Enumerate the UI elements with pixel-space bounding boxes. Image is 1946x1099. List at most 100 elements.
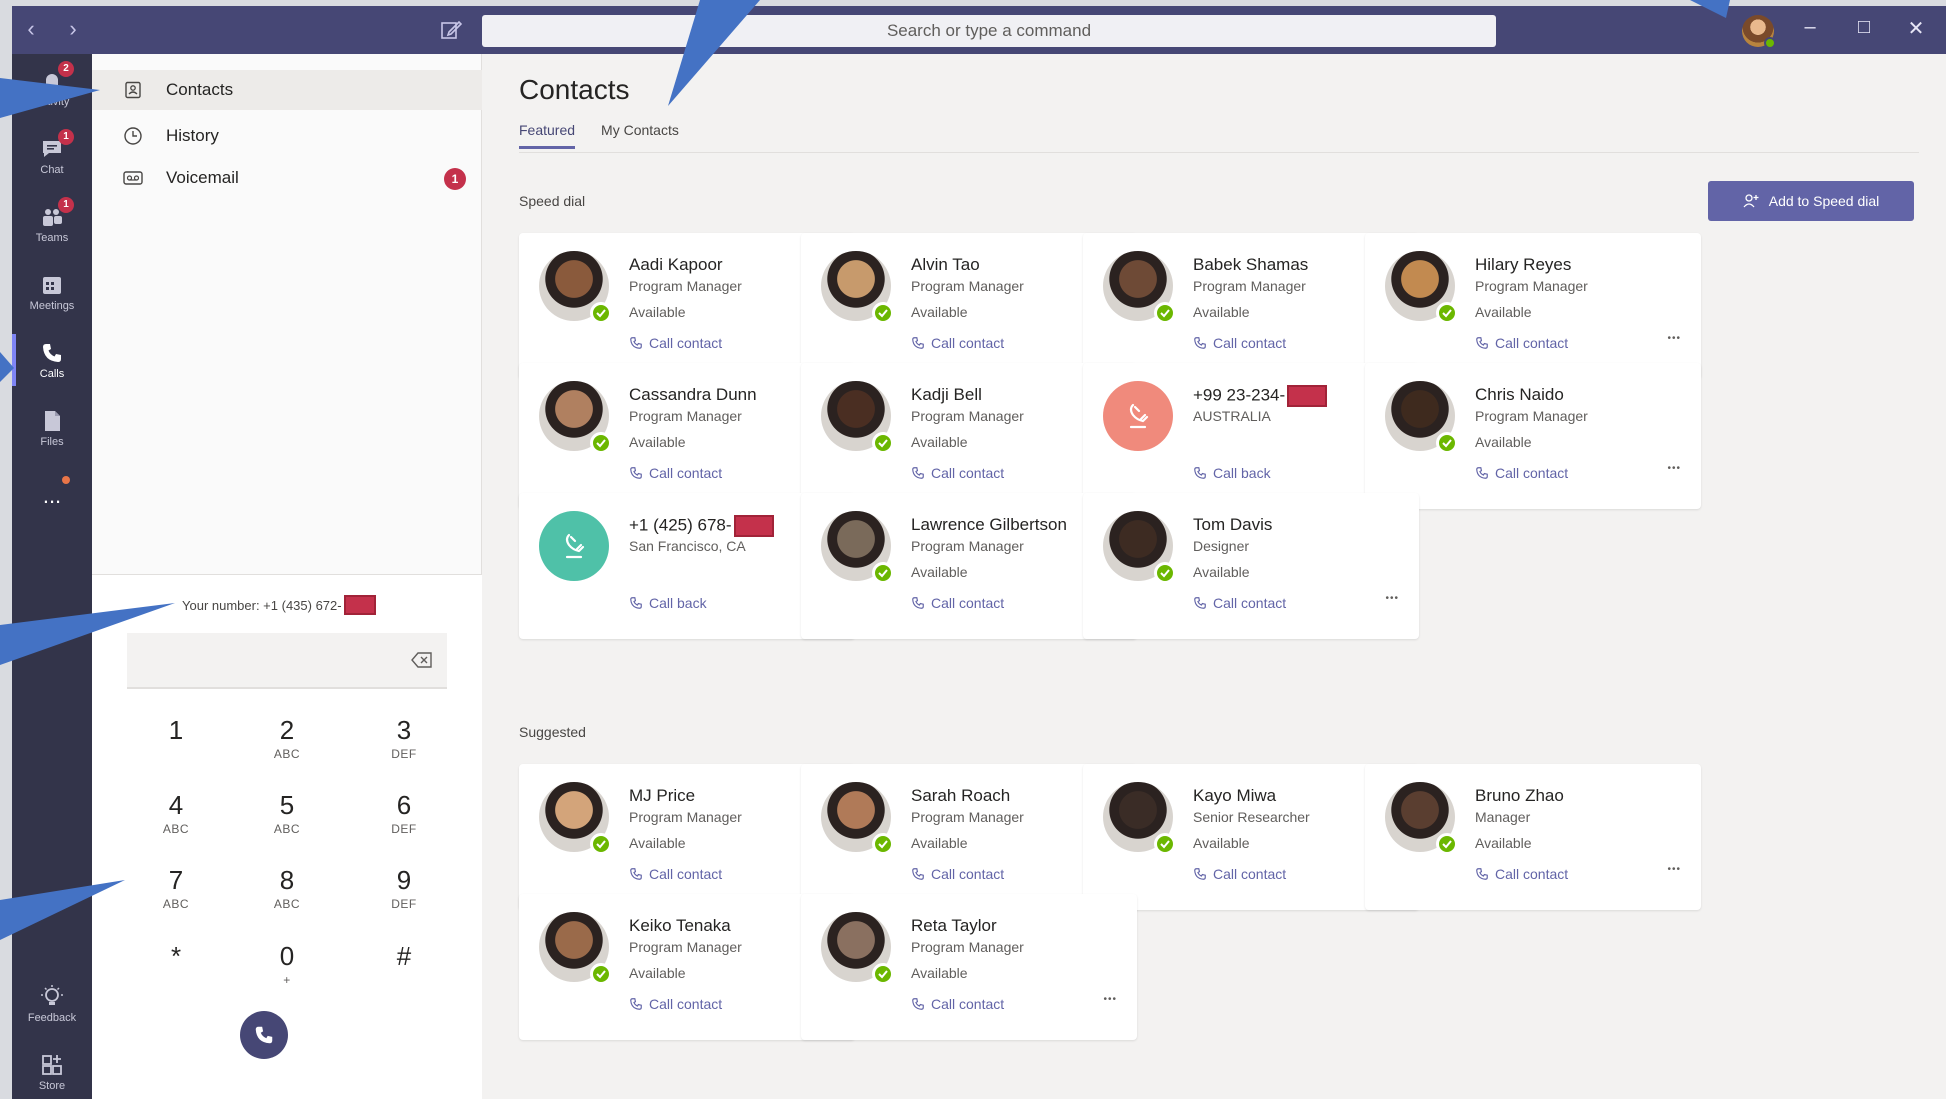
more-options-icon[interactable]: ••• bbox=[1667, 463, 1681, 474]
contact-role: Program Manager bbox=[911, 538, 1024, 554]
tab-featured[interactable]: Featured bbox=[519, 122, 576, 149]
call-contact-link[interactable]: Call contact bbox=[911, 595, 1004, 611]
call-contact-link[interactable]: Call contact bbox=[1193, 595, 1286, 611]
dial-key-9[interactable]: 9 DEF bbox=[364, 865, 444, 929]
more-options-icon[interactable]: ••• bbox=[1103, 994, 1117, 1005]
appbar-files[interactable]: Files bbox=[12, 396, 92, 460]
contact-name-text: +99 23-234- bbox=[1193, 385, 1286, 405]
contact-name: Keiko Tenaka bbox=[629, 916, 731, 936]
dial-key-2[interactable]: 2 ABC bbox=[247, 715, 327, 779]
dial-key-hash[interactable]: # bbox=[364, 941, 444, 1005]
minimize-icon[interactable]: – bbox=[1796, 16, 1824, 39]
dial-key-6[interactable]: 6 DEF bbox=[364, 790, 444, 854]
call-back-link[interactable]: Call back bbox=[629, 595, 707, 611]
call-contact-link[interactable]: Call contact bbox=[911, 996, 1004, 1012]
back-icon[interactable]: ‹ bbox=[22, 16, 40, 42]
call-contact-link[interactable]: Call contact bbox=[629, 335, 722, 351]
dial-key-0[interactable]: 0 + bbox=[247, 941, 327, 1005]
avatar bbox=[539, 381, 612, 454]
call-contact-link[interactable]: Call contact bbox=[1193, 335, 1286, 351]
contact-card[interactable]: Chris Naido Program Manager Available Call … bbox=[1365, 363, 1701, 509]
call-contact-link[interactable]: Call contact bbox=[629, 996, 722, 1012]
key-digit: 1 bbox=[168, 715, 184, 745]
contact-card[interactable]: Bruno Zhao Manager Available Call contact ••… bbox=[1365, 764, 1701, 910]
search-input[interactable]: Search or type a command bbox=[482, 15, 1496, 47]
appbar-meetings[interactable]: Meetings bbox=[12, 260, 92, 324]
call-contact-link[interactable]: Call contact bbox=[1475, 465, 1568, 481]
appbar-store[interactable]: Store bbox=[12, 1040, 92, 1099]
appbar-activity[interactable]: 2 Activity bbox=[12, 56, 92, 120]
forward-icon[interactable]: › bbox=[64, 16, 82, 42]
contact-name-text: Tom Davis bbox=[1193, 515, 1273, 534]
dial-key-star[interactable]: * bbox=[136, 941, 216, 1005]
backspace-icon[interactable] bbox=[411, 651, 433, 669]
compose-icon[interactable] bbox=[439, 18, 463, 42]
appbar-chat[interactable]: 1 Chat bbox=[12, 124, 92, 188]
more-options-icon[interactable]: ••• bbox=[1667, 333, 1681, 344]
appbar-calls[interactable]: Calls bbox=[12, 328, 92, 392]
dial-key-3[interactable]: 3 DEF bbox=[364, 715, 444, 779]
call-contact-link[interactable]: Call contact bbox=[911, 465, 1004, 481]
dial-key-7[interactable]: 7 ABC bbox=[136, 865, 216, 929]
phone-icon bbox=[630, 998, 642, 1010]
add-to-speed-dial-label: Add to Speed dial bbox=[1768, 193, 1880, 209]
appbar-feedback[interactable]: Feedback bbox=[12, 972, 92, 1036]
appbar-more[interactable]: ... bbox=[12, 464, 92, 528]
call-link-label: Call contact bbox=[931, 595, 1005, 611]
dial-pad: Your number: +1 (435) 672- 1 2 ABC 3 DEF 4… bbox=[92, 574, 482, 1099]
contact-card[interactable]: Tom Davis Designer Available Call contact ••… bbox=[1083, 493, 1419, 639]
close-icon[interactable]: ✕ bbox=[1902, 16, 1930, 41]
call-contact-link[interactable]: Call contact bbox=[1193, 866, 1286, 882]
call-link-label: Call back bbox=[1213, 465, 1271, 481]
call-contact-link[interactable]: Call contact bbox=[629, 866, 722, 882]
dial-key-1[interactable]: 1 bbox=[136, 715, 216, 779]
app-bar: 2 Activity 1 Chat 1 Teams Meetings Calls… bbox=[12, 54, 92, 1099]
contact-card[interactable]: Hilary Reyes Program Manager Available Call… bbox=[1365, 233, 1701, 379]
contacts-tabs: Featured My Contacts bbox=[519, 122, 679, 149]
call-contact-link[interactable]: Call contact bbox=[911, 866, 1004, 882]
presence-available-icon bbox=[872, 302, 894, 324]
add-to-speed-dial-button[interactable]: Add to Speed dial bbox=[1708, 181, 1914, 221]
call-button[interactable] bbox=[240, 1011, 288, 1059]
dial-key-4[interactable]: 4 ABC bbox=[136, 790, 216, 854]
key-letters: DEF bbox=[391, 822, 417, 836]
call-contact-link[interactable]: Call contact bbox=[629, 465, 722, 481]
call-back-link[interactable]: Call back bbox=[1193, 465, 1271, 481]
appbar-label: Activity bbox=[34, 95, 70, 108]
contact-name-text: Bruno Zhao bbox=[1475, 786, 1564, 805]
call-contact-link[interactable]: Call contact bbox=[1475, 335, 1568, 351]
key-letters: ABC bbox=[273, 897, 301, 911]
contact-name-text: Babek Shamas bbox=[1193, 255, 1309, 274]
call-contact-link[interactable]: Call contact bbox=[911, 335, 1004, 351]
dial-input[interactable] bbox=[127, 633, 447, 689]
appbar-label: Store bbox=[38, 1079, 66, 1092]
avatar bbox=[821, 511, 894, 584]
call-link-label: Call contact bbox=[1495, 866, 1569, 882]
tab-my-contacts[interactable]: My Contacts bbox=[601, 122, 679, 149]
phone-icon bbox=[1476, 337, 1488, 349]
contact-name-text: Lawrence Gilbertson bbox=[911, 515, 1067, 534]
dial-key-5[interactable]: 5 ABC bbox=[247, 790, 327, 854]
teams-badge: 1 bbox=[58, 196, 74, 213]
your-number-text: Your number: +1 (435) 672- bbox=[182, 597, 342, 613]
user-avatar[interactable] bbox=[1742, 15, 1776, 49]
leftpane-label: History bbox=[166, 126, 219, 145]
leftpane-voicemail[interactable]: Voicemail 1 bbox=[92, 158, 482, 198]
key-digit: 8 bbox=[279, 865, 295, 895]
contact-name: Sarah Roach bbox=[911, 786, 1010, 806]
more-options-icon[interactable]: ••• bbox=[1667, 864, 1681, 875]
contact-name: Babek Shamas bbox=[1193, 255, 1308, 275]
dial-key-8[interactable]: 8 ABC bbox=[247, 865, 327, 929]
appbar-more-label: ... bbox=[42, 483, 62, 508]
call-contact-link[interactable]: Call contact bbox=[1475, 866, 1568, 882]
more-options-icon[interactable]: ••• bbox=[1385, 593, 1399, 604]
leftpane-contacts[interactable]: Contacts bbox=[92, 70, 482, 110]
appbar-teams[interactable]: 1 Teams bbox=[12, 192, 92, 256]
presence-available-icon bbox=[1154, 302, 1176, 324]
maximize-icon[interactable]: □ bbox=[1850, 16, 1878, 39]
presence-available-icon bbox=[872, 432, 894, 454]
contact-card[interactable]: Reta Taylor Program Manager Available Call … bbox=[801, 894, 1137, 1040]
speed-dial-label: Speed dial bbox=[519, 193, 586, 209]
leftpane-history[interactable]: History bbox=[92, 116, 482, 156]
contact-name: MJ Price bbox=[629, 786, 695, 806]
